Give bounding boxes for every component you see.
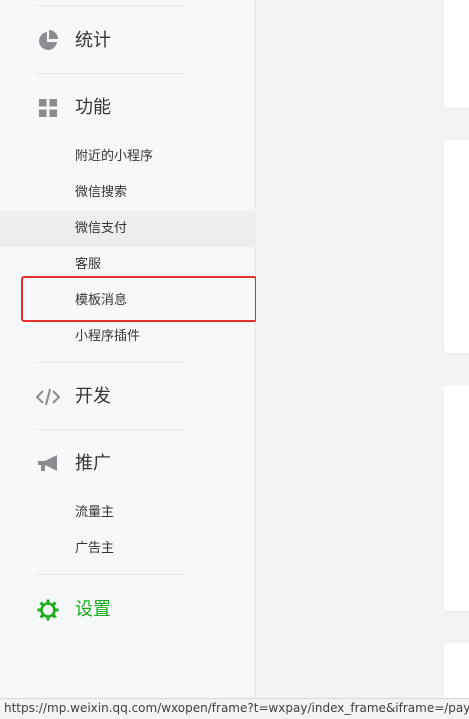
sidebar-divider: [36, 362, 185, 363]
sidebar-item-label: 微信支付: [75, 221, 128, 236]
sidebar-item-label: 附近的小程序: [75, 149, 154, 164]
sidebar-item-advertiser[interactable]: 广告主: [0, 531, 256, 567]
sidebar-section-label: 设置: [75, 599, 111, 620]
sidebar-section-features[interactable]: 功能: [0, 88, 256, 128]
main-content: [256, 0, 469, 719]
sidebar-divider: [36, 429, 185, 430]
status-bar-url: https://mp.weixin.qq.com/wxopen/frame?t=…: [0, 698, 469, 719]
sidebar-section-label: 统计: [75, 30, 111, 51]
megaphone-icon: [36, 452, 60, 476]
sidebar-item-nearby-miniprogram[interactable]: 附近的小程序: [0, 139, 256, 175]
pie-chart-icon: [36, 29, 60, 53]
sidebar-divider: [36, 574, 185, 575]
sidebar-item-label: 小程序插件: [75, 329, 141, 344]
gear-icon: [36, 598, 60, 622]
sidebar-item-label: 微信搜索: [75, 185, 128, 200]
sidebar-item-label: 广告主: [75, 541, 115, 556]
sidebar-section-develop[interactable]: 开发: [0, 377, 256, 417]
sidebar-item-miniprogram-plugin[interactable]: 小程序插件: [0, 319, 256, 355]
sidebar-section-promotion[interactable]: 推广: [0, 444, 256, 484]
annotation-highlight-box: [21, 276, 257, 322]
sidebar-divider: [36, 73, 185, 74]
grid-icon: [36, 96, 60, 120]
sidebar-item-traffic-owner[interactable]: 流量主: [0, 495, 256, 531]
content-card: [444, 140, 469, 353]
content-card: [444, 385, 469, 611]
sidebar-item-label: 客服: [75, 257, 102, 272]
sidebar: 统计 功能 附近的小程序 微信搜索 微信支付 客服 模板消息 小程序插件 开发 …: [0, 0, 257, 719]
sidebar-section-label: 开发: [75, 386, 111, 407]
sidebar-item-wechat-pay[interactable]: 微信支付: [0, 211, 256, 247]
sidebar-section-label: 功能: [75, 97, 111, 118]
content-card: [444, 0, 469, 108]
sidebar-item-wechat-search[interactable]: 微信搜索: [0, 175, 256, 211]
sidebar-section-label: 推广: [75, 453, 111, 474]
sidebar-section-settings[interactable]: 设置: [0, 590, 256, 630]
app-root: 统计 功能 附近的小程序 微信搜索 微信支付 客服 模板消息 小程序插件 开发 …: [0, 0, 469, 719]
sidebar-item-label: 流量主: [75, 505, 115, 520]
sidebar-section-stats[interactable]: 统计: [0, 21, 256, 61]
sidebar-divider: [36, 5, 185, 6]
code-icon: [36, 385, 60, 409]
